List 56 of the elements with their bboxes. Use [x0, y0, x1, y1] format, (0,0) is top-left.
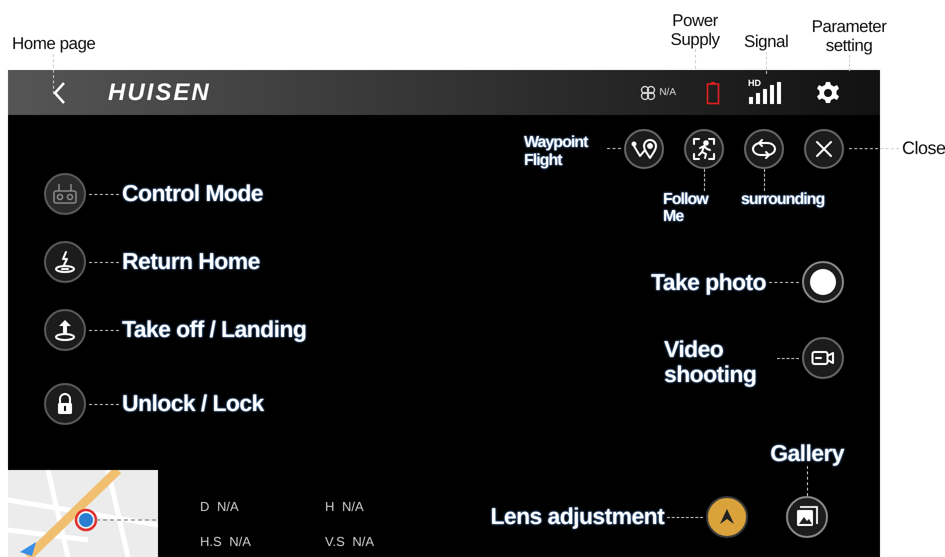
- landing-pad-arrow-icon: [53, 250, 77, 274]
- signal-bars-icon: [748, 80, 784, 104]
- close-icon: [815, 140, 833, 158]
- hd-label: HD: [748, 78, 761, 88]
- callout-label: Unlock / Lock: [122, 391, 264, 417]
- mode-button[interactable]: [684, 128, 724, 169]
- callout-label: Video shooting: [664, 337, 758, 388]
- callout-label: Home page: [12, 35, 96, 54]
- control-button[interactable]: [44, 173, 86, 215]
- route-pin-icon: [631, 138, 657, 160]
- mode-button[interactable]: [624, 128, 664, 169]
- video-camera-icon: [811, 350, 835, 366]
- callout-label: Return Home: [122, 249, 260, 275]
- callout-label: Signal: [744, 33, 788, 52]
- telemetry-reading: D N/A: [200, 499, 240, 514]
- callout-label: Take off / Landing: [122, 317, 306, 343]
- telemetry-reading: V.S N/A: [325, 534, 376, 549]
- leader-line: [607, 148, 621, 150]
- callout-label: surrounding: [741, 190, 824, 208]
- leader-line: [849, 148, 899, 150]
- callout-label: Parameter setting: [810, 18, 888, 56]
- telemetry-reading: H.S N/A: [200, 534, 252, 549]
- leader-line: [667, 516, 704, 518]
- control-button[interactable]: [44, 309, 86, 351]
- shutter-dot-icon: [810, 269, 836, 296]
- drone-status: N/A: [659, 87, 676, 98]
- callout-label: Power Supply: [670, 12, 721, 50]
- video-button[interactable]: [802, 337, 844, 380]
- control-button[interactable]: [44, 383, 86, 425]
- mode-button[interactable]: [804, 128, 844, 169]
- lens-button[interactable]: [706, 496, 748, 538]
- gallery-button[interactable]: [786, 496, 828, 538]
- callout-label: Take photo: [651, 270, 766, 295]
- circular-arrows-icon: [751, 138, 777, 159]
- running-person-icon: [692, 136, 716, 161]
- leader-line: [769, 282, 799, 283]
- mode-button[interactable]: [744, 128, 784, 169]
- settings-icon[interactable]: [816, 80, 840, 104]
- battery-icon: [706, 80, 720, 104]
- telemetry-reading: H N/A: [325, 499, 365, 514]
- control-button[interactable]: [44, 241, 86, 283]
- shutter-button[interactable]: [802, 261, 844, 304]
- remote-controller-icon: [52, 183, 78, 205]
- image-icon: [796, 506, 818, 528]
- callout-label: Follow Me: [663, 190, 710, 226]
- padlock-icon: [55, 393, 75, 415]
- callout-label: Close: [902, 138, 945, 158]
- brand-logo: HUISEN: [108, 78, 211, 106]
- leader-line: [777, 358, 799, 360]
- takeoff-arrow-icon: [53, 318, 77, 342]
- propeller-icon: [640, 84, 656, 100]
- back-chevron-icon[interactable]: [52, 80, 66, 104]
- callout-label: Waypoint Flight: [524, 134, 589, 170]
- callout-label: Control Mode: [122, 181, 263, 207]
- callout-label: Gallery: [770, 440, 844, 466]
- callout-label: Lens adjustment: [490, 504, 664, 530]
